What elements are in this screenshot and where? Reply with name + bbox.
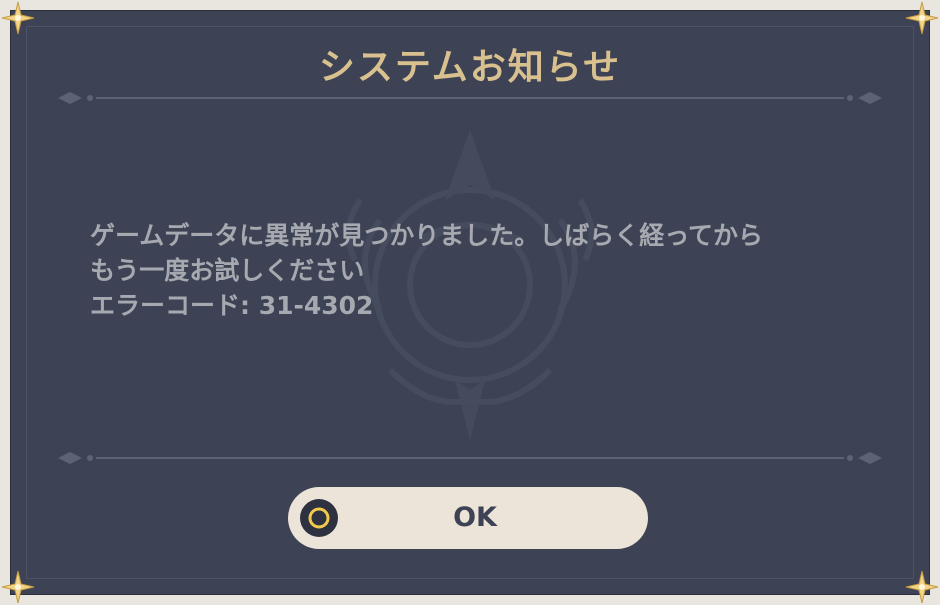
corner-star-icon: [904, 569, 940, 605]
ornamental-divider: [56, 448, 884, 468]
ornamental-divider: [56, 88, 884, 108]
corner-star-icon: [0, 0, 36, 36]
message-line: ゲームデータに異常が見つかりました。しばらく経ってから: [90, 221, 764, 250]
corner-star-icon: [0, 569, 36, 605]
ok-button[interactable]: OK: [288, 487, 648, 549]
system-notice-dialog: システムお知らせ ゲームデータに異常が見つかりました。しばらく経ってから もう一…: [1, 1, 939, 604]
corner-star-icon: [904, 0, 940, 36]
error-code-line: エラーコード: 31-4302: [90, 291, 374, 320]
dialog-title: システムお知らせ: [318, 47, 622, 88]
message-line: もう一度お試しください: [90, 256, 365, 285]
ok-button-label: OK: [453, 502, 497, 533]
error-message: ゲームデータに異常が見つかりました。しばらく経ってから もう一度お試しください …: [90, 218, 870, 323]
